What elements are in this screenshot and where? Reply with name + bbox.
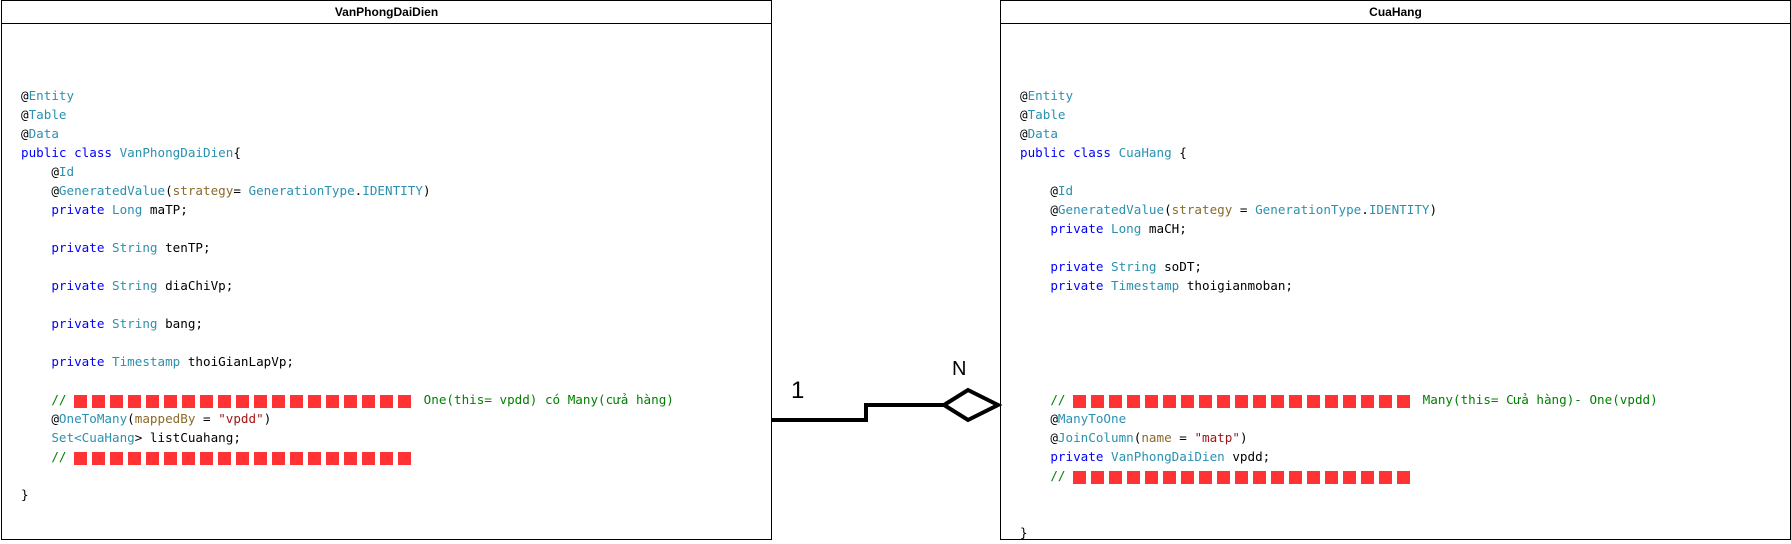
association-connector: [772, 387, 1003, 423]
multiplicity-one: 1: [791, 377, 805, 404]
association-line: [772, 403, 944, 422]
aggregation-diamond-icon: [940, 387, 1003, 423]
multiplicity-many: N: [952, 358, 967, 380]
